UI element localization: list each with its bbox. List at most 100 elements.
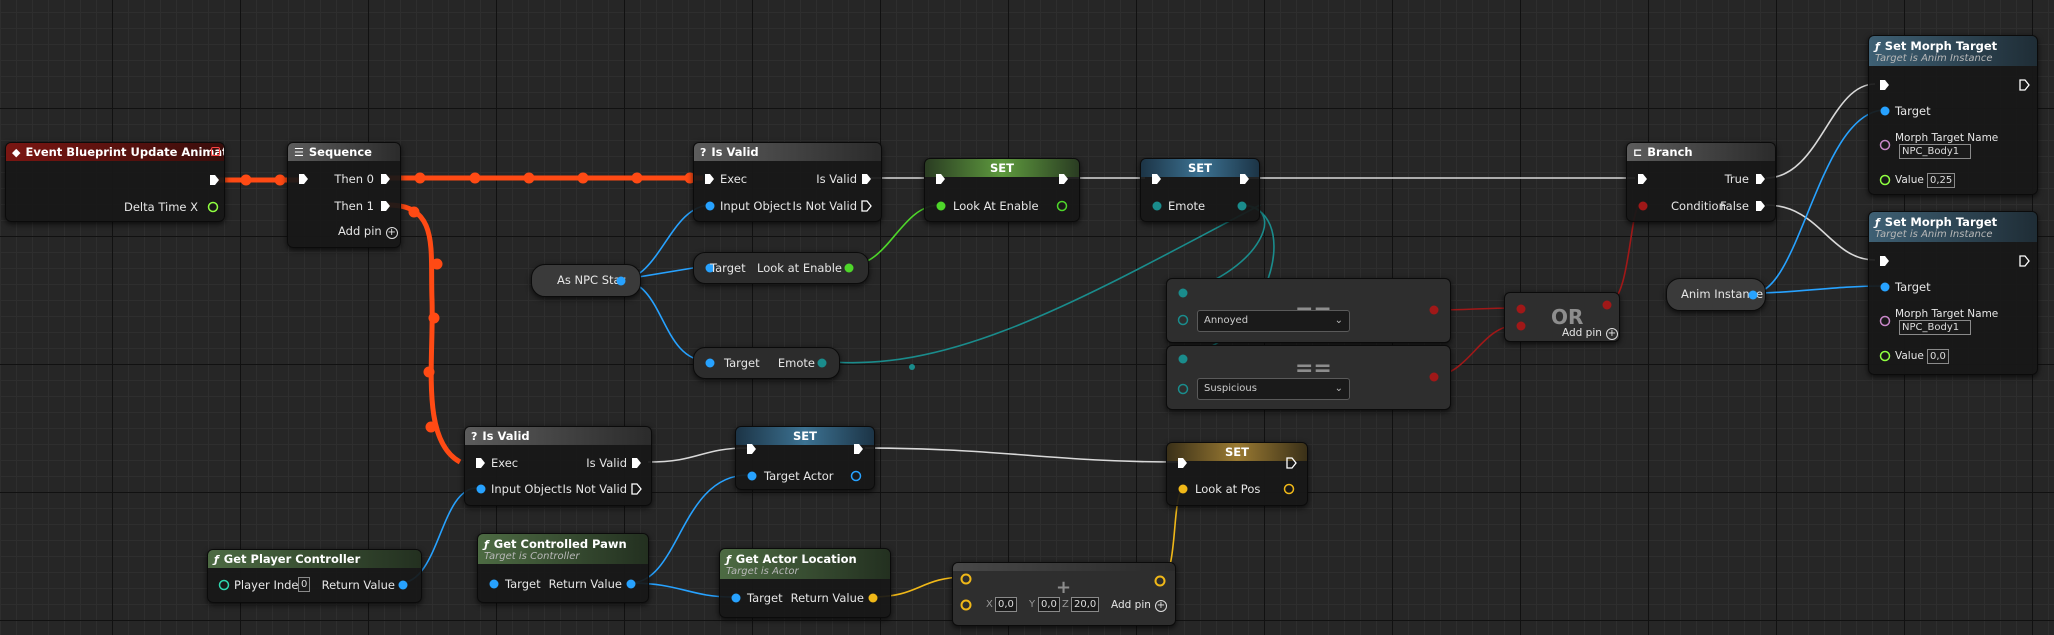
bool-out-pin[interactable] [1428,304,1440,316]
player-index-input[interactable]: 0 [298,577,311,592]
int-in-pin[interactable] [218,579,230,591]
add-pin-button[interactable]: Add pin + [1111,598,1167,612]
get-actor-location-node[interactable]: ƒ Get Actor Location Target is Actor Targe… [719,548,891,618]
exec-in-pin[interactable] [1879,255,1890,267]
exec-out-then0-pin[interactable] [380,173,391,185]
set-morph-target-node-2[interactable]: ƒ Set Morph Target Target is Anim Instance… [1868,211,2038,375]
object-in-pin[interactable] [1879,281,1891,293]
branch-node[interactable]: ⊏ Branch True Condition False [1626,142,1776,222]
y-input[interactable]: 0,0 [1038,597,1060,612]
enum-in-pin[interactable] [1151,200,1163,212]
exec-out-pin[interactable] [1239,173,1250,185]
object-in-pin[interactable] [488,578,500,590]
exec-out-notvalid-pin[interactable] [861,200,872,212]
value-input[interactable]: 0,0 [1927,349,1949,364]
add-pin-button[interactable]: Add pin + [1562,326,1618,340]
anim-instance-node[interactable]: Anim Instance [1666,278,1766,311]
exec-out-pin[interactable] [2019,79,2030,91]
is-valid-node-top[interactable]: ? Is Valid Exec Is Valid Input Object Is … [693,142,882,222]
object-out-pin[interactable] [397,579,409,591]
object-in-pin[interactable] [475,483,487,495]
bool-in-pin[interactable] [935,200,947,212]
name-in-pin[interactable] [1879,139,1891,151]
exec-in-pin[interactable] [475,457,486,469]
morph-target-name-input[interactable]: NPC_Body1 [1899,320,1971,335]
set-target-actor-node[interactable]: SET Target Actor [735,426,875,490]
exec-out-then1-pin[interactable] [380,200,391,212]
equal-enum-node-suspicious[interactable]: == Suspicious ⌄ [1166,345,1451,410]
set-look-at-pos-node[interactable]: SET Look at Pos [1166,442,1308,506]
x-input[interactable]: 0,0 [995,597,1017,612]
z-input[interactable]: 20,0 [1071,597,1100,612]
enum-in-pin-a[interactable] [1177,287,1189,299]
object-in-pin[interactable] [704,357,716,369]
bool-out-pin[interactable] [1056,200,1068,212]
exec-out-valid-pin[interactable] [631,457,642,469]
bool-out-pin[interactable] [1428,371,1440,383]
vector-in-pin[interactable] [1177,483,1189,495]
object-out-pin[interactable] [615,275,627,287]
exec-in-pin[interactable] [298,173,309,185]
or-boolean-node[interactable]: OR Add pin + [1504,292,1620,342]
exec-in-pin[interactable] [1177,457,1188,469]
exec-in-pin[interactable] [704,173,715,185]
exec-out-pin[interactable] [2019,255,2030,267]
exec-out-valid-pin[interactable] [861,173,872,185]
object-out-pin[interactable] [850,470,862,482]
get-player-controller-node[interactable]: ƒ Get Player Controller Player Index 0 Re… [207,549,422,603]
enum-in-pin-b[interactable] [1177,314,1189,326]
is-valid-node-bottom[interactable]: ? Is Valid Exec Is Valid Input Object Is … [464,426,652,506]
add-pin-button[interactable]: Add pin + [338,224,398,239]
object-in-pin[interactable] [746,470,758,482]
vector-in-pin-b[interactable] [960,599,972,611]
bool-in-pin-a[interactable] [1515,303,1527,315]
vector-in-pin-a[interactable] [960,573,972,585]
as-npc-star-node[interactable]: As NPC Star [531,264,641,297]
value-input[interactable]: 0,25 [1927,173,1956,188]
sequence-node[interactable]: ☰ Sequence Then 0 Then 1 Add pin + [287,142,401,248]
exec-out-pin[interactable] [853,443,864,455]
exec-out-true-pin[interactable] [1755,173,1766,185]
bool-in-pin-b[interactable] [1515,320,1527,332]
bool-in-pin[interactable] [1637,200,1649,212]
name-in-pin[interactable] [1879,315,1891,327]
vector-out-pin[interactable] [867,592,879,604]
enum-out-pin[interactable] [1236,200,1248,212]
float-in-pin[interactable] [1879,350,1891,362]
object-in-pin[interactable] [730,592,742,604]
exec-out-pin[interactable] [209,174,220,186]
exec-out-pin[interactable] [1058,173,1069,185]
exec-out-false-pin[interactable] [1755,200,1766,212]
float-in-pin[interactable] [1879,174,1891,186]
exec-in-pin[interactable] [1879,79,1890,91]
bool-out-pin[interactable] [1601,299,1613,311]
vector-out-pin[interactable] [1154,575,1166,587]
exec-in-pin[interactable] [746,443,757,455]
enum-in-pin-b[interactable] [1177,383,1189,395]
enum-select-suspicious[interactable]: Suspicious ⌄ [1197,378,1350,400]
object-out-pin[interactable] [625,578,637,590]
exec-out-pin[interactable] [1286,457,1297,469]
set-look-at-enable-node[interactable]: SET Look At Enable [924,158,1080,222]
object-out-pin[interactable] [1747,289,1759,301]
exec-in-pin[interactable] [1637,173,1648,185]
object-in-pin[interactable] [1879,105,1891,117]
get-look-at-enable-node[interactable]: Target Look at Enable [693,252,869,284]
get-controlled-pawn-node[interactable]: ƒ Get Controlled Pawn Target is Controller… [477,533,649,603]
add-vector-node[interactable]: + X 0,0 Y 0,0 Z 20,0 Add pin + [952,562,1176,626]
enum-in-pin-a[interactable] [1177,353,1189,365]
vector-out-pin[interactable] [1283,483,1295,495]
object-in-pin[interactable] [704,200,716,212]
enum-select-annoyed[interactable]: Annoyed ⌄ [1197,310,1350,332]
exec-in-pin[interactable] [1151,173,1162,185]
enum-out-pin[interactable] [816,357,828,369]
exec-in-pin[interactable] [935,173,946,185]
float-out-pin[interactable] [207,201,219,213]
bool-out-pin[interactable] [843,262,855,274]
equal-enum-node-annoyed[interactable]: == Annoyed⌄ [1166,278,1451,343]
morph-target-name-input[interactable]: NPC_Body1 [1899,144,1971,159]
set-morph-target-node-1[interactable]: ƒ Set Morph Target Target is Anim Instance… [1868,35,2038,195]
get-emote-node[interactable]: Target Emote [693,347,840,379]
set-emote-node[interactable]: SET Emote [1140,158,1260,222]
blueprint-graph-canvas[interactable]: ◆ Event Blueprint Update Animation Delta … [0,0,2054,635]
